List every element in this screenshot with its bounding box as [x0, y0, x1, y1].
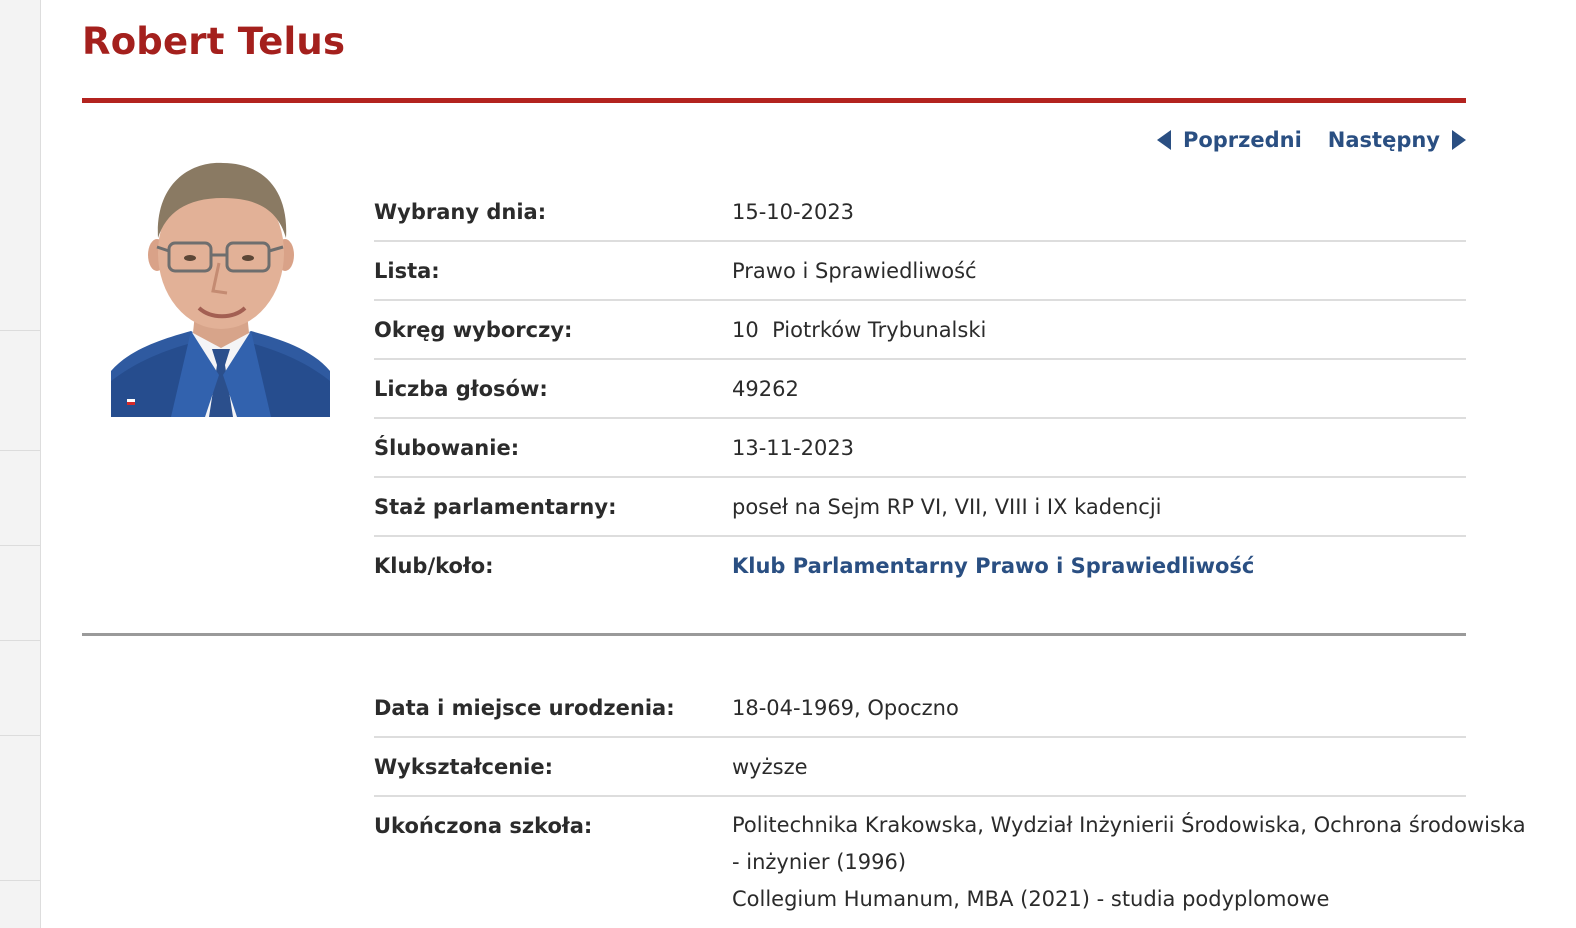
title-divider: [82, 98, 1466, 103]
profile-nav: Poprzedni Następny: [1156, 128, 1466, 152]
detail-row-tenure: Staż parlamentarny: poseł na Sejm RP VI,…: [374, 478, 1466, 537]
bio-label: Data i miejsce urodzenia:: [374, 696, 675, 720]
next-label: Następny: [1327, 128, 1440, 152]
section-divider: [82, 633, 1466, 636]
detail-label: Lista:: [374, 259, 440, 283]
detail-value: 49262: [732, 377, 799, 401]
detail-label: Ślubowanie:: [374, 436, 520, 460]
club-link[interactable]: Klub Parlamentarny Prawo i Sprawiedliwoś…: [732, 554, 1254, 578]
bio-row-birth: Data i miejsce urodzenia: 18-04-1969, Op…: [374, 679, 1466, 738]
rail-divider: [0, 545, 40, 546]
school-line: - inżynier (1996): [732, 850, 907, 874]
rail-divider: [0, 880, 40, 881]
detail-value: 10 Piotrków Trybunalski: [732, 318, 987, 342]
detail-label: Okręg wyborczy:: [374, 318, 573, 342]
bio-row-school: Ukończona szkoła: Politechnika Krakowska…: [374, 797, 1526, 927]
previous-label: Poprzedni: [1182, 128, 1302, 152]
arrow-right-icon: [1452, 130, 1466, 150]
detail-value: poseł na Sejm RP VI, VII, VIII i IX kade…: [732, 495, 1162, 519]
details-list: Wybrany dnia: 15-10-2023 Lista: Prawo i …: [374, 183, 1466, 594]
bio-label: Ukończona szkoła:: [374, 814, 593, 838]
detail-row-club: Klub/koło: Klub Parlamentarny Prawo i Sp…: [374, 537, 1466, 594]
rail-divider: [0, 330, 40, 331]
rail-divider: [0, 735, 40, 736]
detail-value: Prawo i Sprawiedliwość: [732, 259, 977, 283]
bio-value: 18-04-1969, Opoczno: [732, 696, 959, 720]
previous-link[interactable]: Poprzedni: [1156, 128, 1302, 152]
detail-row-oath: Ślubowanie: 13-11-2023: [374, 419, 1466, 478]
bio-label: Wykształcenie:: [374, 755, 554, 779]
bio-value: wyższe: [732, 755, 808, 779]
detail-row-list: Lista: Prawo i Sprawiedliwość: [374, 242, 1466, 301]
detail-label: Klub/koło:: [374, 554, 494, 578]
detail-row-elected: Wybrany dnia: 15-10-2023: [374, 183, 1466, 242]
bio-list: Data i miejsce urodzenia: 18-04-1969, Op…: [374, 679, 1526, 927]
detail-row-district: Okręg wyborczy: 10 Piotrków Trybunalski: [374, 301, 1466, 360]
profile-page: Robert Telus Poprzedni Następny Wybrany …: [82, 0, 1526, 928]
school-line: Collegium Humanum, MBA (2021) - studia p…: [732, 887, 1330, 911]
detail-value: 13-11-2023: [732, 436, 855, 460]
detail-row-votes: Liczba głosów: 49262: [374, 360, 1466, 419]
bio-row-education: Wykształcenie: wyższe: [374, 738, 1466, 797]
detail-label: Wybrany dnia:: [374, 200, 547, 224]
detail-label: Liczba głosów:: [374, 377, 548, 401]
page-title: Robert Telus: [82, 20, 346, 63]
school-list: Politechnika Krakowska, Wydział Inżynier…: [732, 807, 1526, 918]
portrait-photo: [111, 143, 330, 417]
next-link[interactable]: Następny: [1328, 128, 1466, 152]
left-sidebar-rail: [0, 0, 41, 928]
rail-divider: [0, 450, 40, 451]
arrow-left-icon: [1156, 130, 1171, 150]
detail-value: 15-10-2023: [732, 200, 855, 224]
detail-label: Staż parlamentarny:: [374, 495, 617, 519]
rail-divider: [0, 640, 40, 641]
school-line: Politechnika Krakowska, Wydział Inżynier…: [732, 813, 1526, 837]
